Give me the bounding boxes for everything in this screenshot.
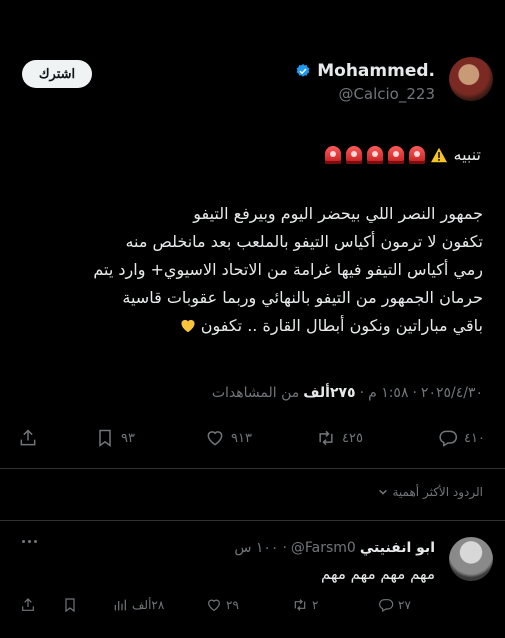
reply-author-name[interactable]: ابو انفنيتي bbox=[360, 540, 435, 556]
views-label: من المشاهدات bbox=[211, 385, 300, 401]
tweet-line-last: باقي مباراتين ونكون أبطال القارة .. تكفو… bbox=[13, 312, 483, 340]
tweet-line: جمهور النصر اللي بيحضر اليوم وبيرفع التي… bbox=[193, 204, 483, 223]
replies-sort-label: الردود الأكثر أهمية bbox=[392, 485, 483, 499]
tweet-line: رمي أكياس التيفو فيها غرامة من الاتحاد ا… bbox=[93, 260, 483, 279]
tweet-time[interactable]: ١:٥٨ م bbox=[368, 385, 408, 401]
subscribe-button[interactable]: اشترك bbox=[22, 60, 92, 88]
dot-separator: · bbox=[282, 540, 287, 556]
dot-separator: · bbox=[412, 385, 417, 401]
reply-reply-button[interactable]: ٢٧ bbox=[378, 597, 411, 613]
reply-header: ابو انفنيتي @Farsm0 · ١٠٠ س bbox=[234, 540, 435, 556]
siren-icon bbox=[325, 145, 342, 164]
alert-row: تنبيه bbox=[325, 145, 483, 164]
like-button[interactable]: ٩١٣ bbox=[205, 428, 252, 448]
reply-button[interactable]: ٤١٠ bbox=[438, 428, 485, 448]
replies-sort-dropdown[interactable]: الردود الأكثر أهمية bbox=[378, 485, 483, 499]
reply-share-button[interactable] bbox=[20, 597, 36, 613]
tweet-meta: ٢٠٢٥/٤/٣٠ · ١:٥٨ م · ٢٧٥ألف من المشاهدات bbox=[212, 385, 483, 401]
tweet-views-count[interactable]: ٢٧٥ألف bbox=[303, 385, 355, 401]
reply-icon bbox=[379, 599, 394, 613]
retweet-count: ٤٢٥ bbox=[342, 430, 363, 446]
tweet-line: حرمان الجمهور من التيفو بالنهائي وربما ع… bbox=[122, 288, 483, 307]
tweet-line: تكفون لا ترمون أكياس التيفو بالملعب بعد … bbox=[125, 232, 483, 251]
reply-time[interactable]: ١٠٠ س bbox=[234, 540, 278, 556]
author-name: Mohammed. bbox=[317, 61, 435, 81]
tweet-text: جمهور النصر اللي بيحضر اليوم وبيرفع التي… bbox=[13, 200, 483, 340]
chevron-down-icon bbox=[379, 489, 388, 495]
author-avatar[interactable] bbox=[449, 57, 493, 101]
author-name-row[interactable]: Mohammed. bbox=[295, 60, 435, 82]
reply-retweet-count: ٢ bbox=[312, 598, 319, 612]
tweet-line: باقي مباراتين ونكون أبطال القارة .. تكفو… bbox=[200, 316, 483, 335]
retweet-button[interactable]: ٤٢٥ bbox=[316, 428, 363, 448]
reply-icon bbox=[439, 430, 458, 447]
like-count: ٩١٣ bbox=[231, 430, 252, 446]
bookmark-icon bbox=[65, 598, 75, 613]
bookmark-icon bbox=[99, 429, 111, 447]
author-handle: @Calcio_223 bbox=[338, 85, 435, 103]
reply-avatar[interactable] bbox=[449, 537, 493, 581]
heart-icon bbox=[207, 431, 223, 446]
retweet-icon bbox=[294, 599, 306, 611]
reply-author-handle[interactable]: @Farsm0 bbox=[291, 540, 356, 556]
yellow-heart-icon bbox=[181, 319, 195, 333]
more-options-icon[interactable] bbox=[22, 540, 37, 543]
analytics-icon bbox=[114, 599, 126, 611]
share-icon bbox=[20, 429, 36, 446]
reply-like-button[interactable]: ٢٩ bbox=[206, 597, 239, 613]
siren-icon bbox=[409, 145, 426, 164]
reply-views-count: ٢٨ألف bbox=[132, 598, 165, 612]
verified-badge-icon bbox=[296, 64, 310, 77]
share-icon bbox=[22, 598, 34, 611]
reply-count: ٤١٠ bbox=[464, 430, 485, 446]
divider bbox=[0, 468, 505, 469]
siren-icon bbox=[367, 145, 384, 164]
warning-icon bbox=[431, 147, 448, 162]
bookmark-count: ٩٣ bbox=[121, 430, 135, 446]
dot-separator: · bbox=[359, 385, 365, 401]
retweet-icon bbox=[319, 430, 333, 446]
siren-icon bbox=[346, 145, 363, 164]
reply-views-button[interactable]: ٢٨ألف bbox=[112, 597, 164, 613]
reply-retweet-button[interactable]: ٢ bbox=[292, 597, 318, 613]
alert-label: تنبيه bbox=[453, 145, 481, 164]
divider bbox=[0, 520, 505, 521]
reply-like-count: ٢٩ bbox=[226, 598, 239, 612]
reply-bookmark-button[interactable] bbox=[62, 597, 78, 613]
siren-icon bbox=[388, 145, 405, 164]
tweet-date[interactable]: ٢٠٢٥/٤/٣٠ bbox=[421, 385, 483, 401]
share-button[interactable] bbox=[18, 428, 38, 448]
bookmark-button[interactable]: ٩٣ bbox=[95, 428, 135, 448]
heart-icon bbox=[208, 599, 220, 612]
reply-reply-count: ٢٧ bbox=[398, 598, 411, 612]
reply-text: مهم مهم مهم مهم bbox=[320, 565, 435, 583]
